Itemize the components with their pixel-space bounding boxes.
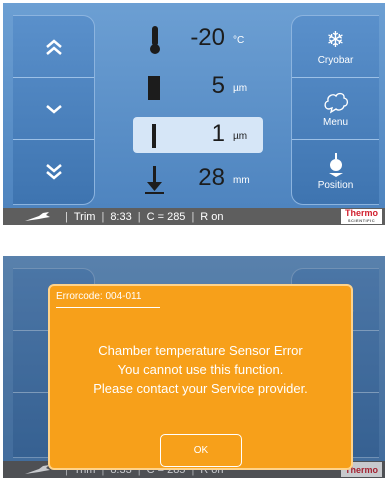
counter-label: C = 285 (146, 210, 186, 223)
error-message: Chamber temperature Sensor Error You can… (93, 343, 308, 396)
snowflake-icon: ❄ (326, 26, 345, 52)
menu-label: Menu (322, 116, 348, 128)
move-down-fast-button[interactable] (13, 140, 94, 204)
readouts-panel: -20 °C 5 µm 1 µm 28 mm (133, 21, 263, 201)
chevron-down-icon (45, 104, 62, 114)
trim-thickness-row[interactable]: 1 µm (133, 117, 263, 153)
section-thickness-value: 5 (211, 72, 225, 99)
section-thickness-row[interactable]: 5 µm (133, 69, 263, 105)
right-menu-panel: ❄ Cryobar Menu Position (291, 15, 379, 205)
error-dialog: Errorcode: 004-011 Chamber temperature S… (48, 284, 353, 470)
left-nav-panel (13, 15, 95, 205)
wrench-icon[interactable] (23, 211, 53, 223)
error-code: Errorcode: 004-011 (56, 291, 160, 308)
cryobar-button[interactable]: ❄ Cryobar (292, 16, 379, 78)
status-bar: | Trim | 8:33 | C = 285 | R on Thermo SC… (3, 208, 385, 225)
retract-label: R on (200, 210, 224, 223)
mode-label: Trim (73, 210, 96, 223)
thermo-logo: Thermo SCIENTIFIC (340, 208, 382, 224)
double-chevron-up-icon (45, 38, 62, 55)
error-screen: ❄ Cryobar Menu Position | (3, 256, 385, 478)
section-thickness-unit: µm (233, 83, 248, 94)
position-value: 28 (198, 164, 225, 191)
temperature-value: -20 (190, 24, 225, 51)
position-unit: mm (233, 175, 250, 186)
temperature-row[interactable]: -20 °C (133, 21, 263, 57)
time-label: 8:33 (110, 210, 132, 223)
double-chevron-down-icon (45, 164, 62, 180)
move-down-button[interactable] (13, 78, 94, 140)
main-area: -20 °C 5 µm 1 µm 28 mm ❄ Cryobar Menu Po… (3, 3, 385, 208)
temperature-unit: °C (233, 35, 245, 46)
position-row[interactable]: 28 mm (133, 161, 263, 197)
menu-cloud-icon (323, 92, 348, 113)
position-button[interactable]: Position (292, 140, 379, 204)
main-screen: -20 °C 5 µm 1 µm 28 mm ❄ Cryobar Menu Po… (3, 3, 385, 225)
ok-button[interactable]: OK (160, 434, 242, 467)
position-label: Position (317, 180, 354, 191)
trim-thickness-unit: µm (233, 131, 248, 142)
position-marker-icon (328, 153, 343, 177)
move-up-fast-button[interactable] (13, 16, 94, 78)
cryobar-label: Cryobar (317, 54, 354, 66)
menu-button[interactable]: Menu (292, 78, 379, 140)
trim-thickness-value: 1 (211, 120, 225, 147)
